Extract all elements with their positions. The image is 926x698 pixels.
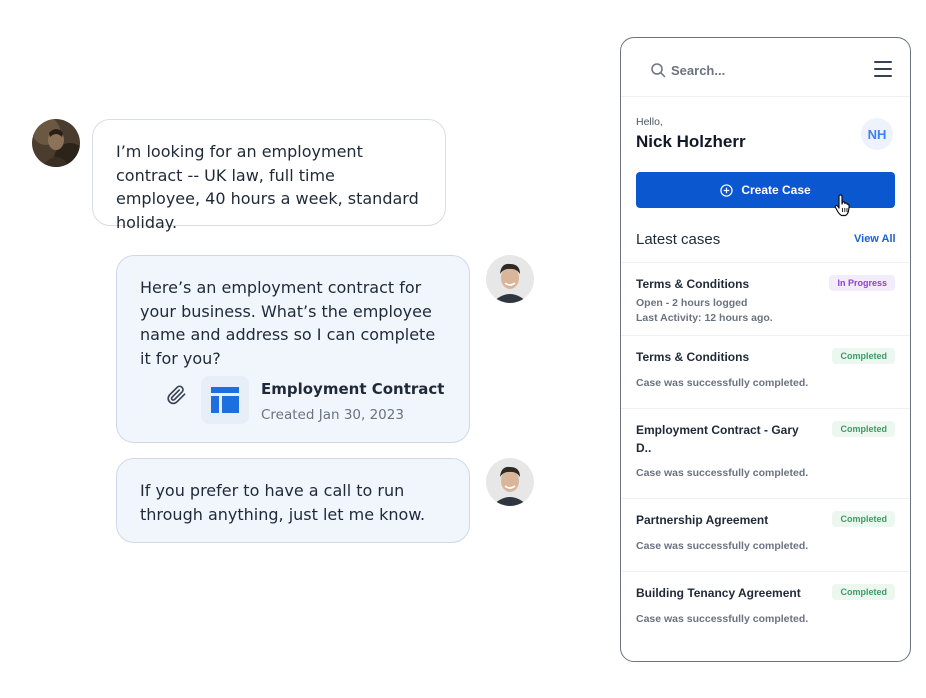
agent-message-text: Here’s an employment contract for your b… [140,278,436,368]
case-last-activity: Last Activity: 12 hours ago. [636,312,773,324]
search-bar [621,38,910,97]
user-message-bubble: I’m looking for an employment contract -… [92,119,446,232]
case-title: Terms & Conditions [636,277,750,291]
user-message-text: I’m looking for an employment contract -… [116,142,419,232]
hamburger-menu-icon[interactable] [874,61,892,77]
status-badge: Completed [832,511,895,527]
agent-message-bubble: If you prefer to have a call to run thro… [116,458,470,543]
user-name: Nick Holzherr [636,132,746,151]
status-badge: In Progress [829,275,895,291]
case-title: Terms & Conditions [636,350,750,364]
view-all-link[interactable]: View All [854,233,896,245]
search-input[interactable] [671,59,851,81]
user-initials-avatar[interactable]: NH [861,118,893,150]
case-title: Building Tenancy Agreement [636,586,801,600]
paperclip-icon [167,385,186,405]
status-badge: Completed [832,348,895,364]
case-title: Employment Contract - Gary D.. [636,423,799,455]
agent-avatar [486,458,534,506]
attachment-card[interactable]: Employment Contract Created Jan 30, 2023 [165,376,455,426]
agent-avatar [486,255,534,303]
case-title: Partnership Agreement [636,513,769,527]
case-item[interactable]: Terms & Conditions Completed Case was su… [621,335,910,408]
plus-circle-icon [720,183,733,197]
user-avatar [32,119,80,167]
case-meta: Case was successfully completed. [636,613,809,625]
create-case-label: Create Case [741,183,811,197]
create-case-button[interactable]: Create Case [636,172,895,208]
cases-list: Terms & Conditions In Progress Open - 2 … [621,262,910,644]
case-item[interactable]: Terms & Conditions In Progress Open - 2 … [621,262,910,335]
status-badge: Completed [832,421,895,437]
agent-message-text: If you prefer to have a call to run thro… [140,481,426,524]
case-meta: Case was successfully completed. [636,540,809,552]
greeting: Hello, [636,116,663,128]
attachment-title: Employment Contract [261,380,445,398]
case-item[interactable]: Building Tenancy Agreement Completed Cas… [621,571,910,644]
case-meta: Case was successfully completed. [636,467,809,479]
search-icon [651,63,666,78]
cases-panel: Hello, Nick Holzherr NH Create Case Late… [620,37,911,662]
case-meta: Case was successfully completed. [636,377,809,389]
attachment-date: Created Jan 30, 2023 [261,407,404,423]
hand-cursor-icon [834,194,850,217]
status-badge: Completed [832,584,895,600]
document-icon [201,376,249,424]
case-item[interactable]: Partnership Agreement Completed Case was… [621,498,910,571]
case-item[interactable]: Employment Contract - Gary D.. Completed… [621,408,910,498]
agent-message-bubble: Here’s an employment contract for your b… [116,255,470,443]
latest-cases-heading: Latest cases [636,231,721,248]
case-meta: Open - 2 hours logged [636,297,748,309]
